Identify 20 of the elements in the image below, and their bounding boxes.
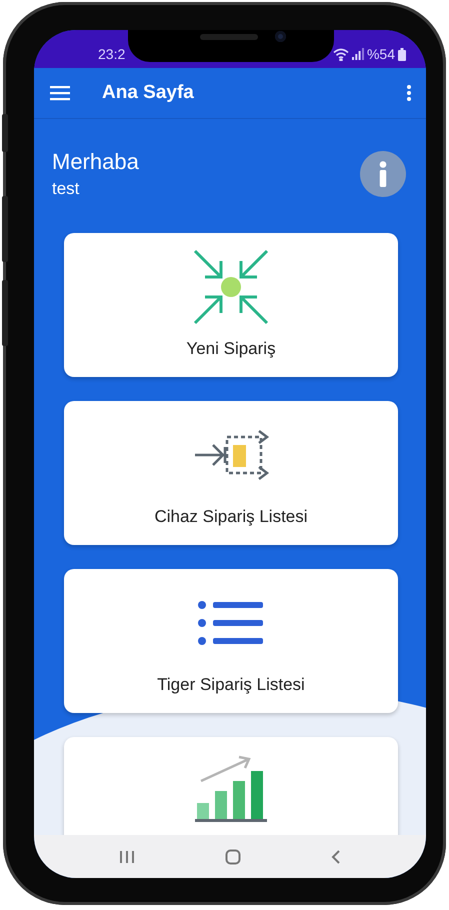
back-icon[interactable] (331, 848, 341, 864)
wifi-icon (332, 48, 349, 60)
info-icon[interactable] (360, 151, 406, 197)
more-options-icon[interactable] (406, 84, 412, 102)
battery-icon (398, 48, 406, 60)
recent-apps-icon[interactable] (119, 850, 135, 864)
camera-lens (275, 31, 286, 42)
signal-icon (352, 48, 364, 60)
user-name: test (52, 179, 80, 199)
status-time: 23:2 (98, 46, 126, 62)
battery-percent: %54 (366, 46, 395, 62)
greeting-title: Merhaba (52, 149, 139, 175)
menu-card[interactable]: Tiger Sipariş Listesi (64, 569, 398, 713)
menu-card[interactable]: Cihaz Sipariş Listesi (64, 401, 398, 545)
home-icon[interactable] (225, 848, 241, 864)
menu-icon[interactable] (50, 85, 70, 101)
app-bar-title: Ana Sayfa (102, 82, 195, 104)
menu-card[interactable]: Yeni Sipariş (64, 233, 398, 377)
speaker-grille (200, 34, 258, 40)
arrows-inward-icon (191, 247, 271, 327)
